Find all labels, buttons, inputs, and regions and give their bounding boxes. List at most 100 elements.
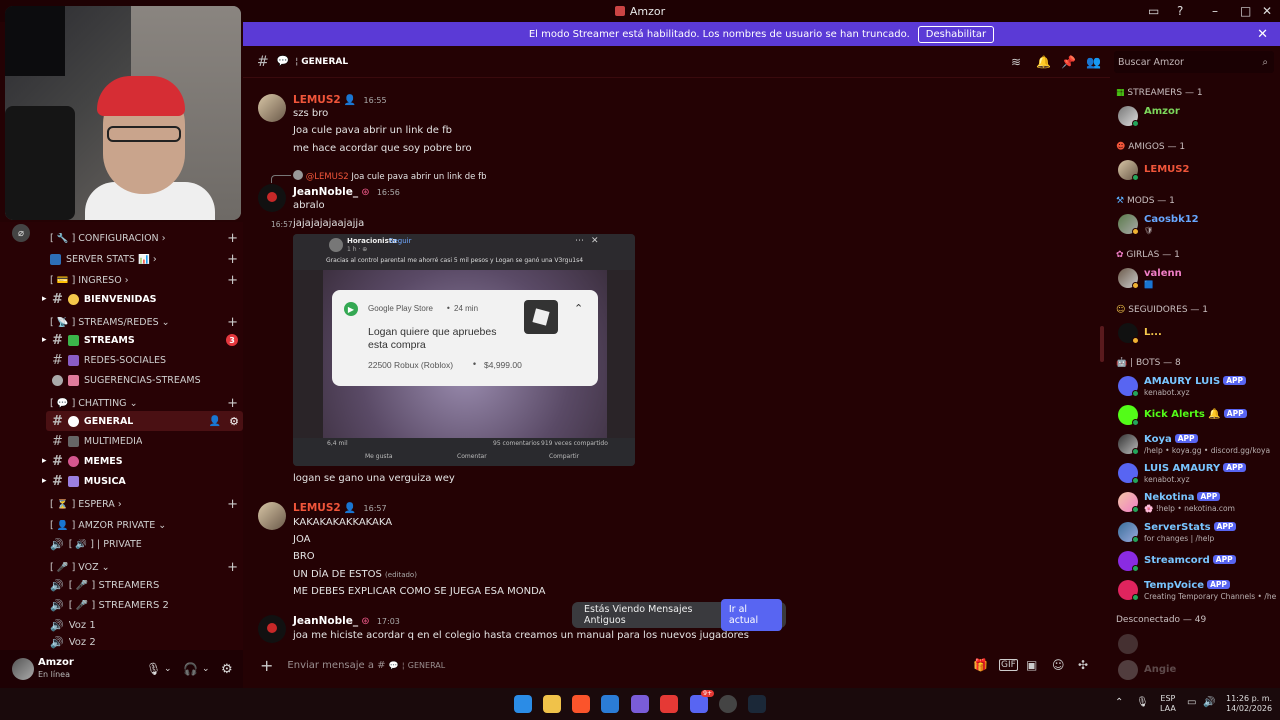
category-espera[interactable]: [ ⏳ ] ESPERA › +: [0, 494, 243, 514]
brave-browser-icon[interactable]: [572, 695, 590, 713]
emoji-icon[interactable]: ☺: [1052, 658, 1065, 672]
avatar[interactable]: [12, 658, 34, 680]
volume-icon[interactable]: 🔊: [1203, 697, 1215, 708]
language-indicator[interactable]: ESP LAA: [1160, 694, 1176, 714]
help-icon[interactable]: ?: [1177, 0, 1183, 22]
add-channel-icon[interactable]: +: [227, 396, 238, 411]
jump-to-present-button[interactable]: Ir al actual: [720, 599, 782, 631]
member-list-icon[interactable]: 👥: [1086, 55, 1101, 69]
voice-channel-voz-2[interactable]: 🔊 Voz 2: [0, 635, 243, 650]
gamepad-icon[interactable]: [631, 695, 649, 713]
search-icon[interactable]: ⌕: [1262, 57, 1268, 68]
channel-streams[interactable]: ▸ # STREAMS 3: [0, 330, 243, 350]
chevron-down-icon[interactable]: ⌄: [164, 664, 172, 674]
channel-sugerencias-streams[interactable]: SUGERENCIAS-STREAMS: [0, 370, 243, 390]
reply-preview[interactable]: @LEMUS2 Joa cule pava abrir un link de f…: [293, 170, 486, 182]
gear-icon[interactable]: ⚙: [229, 415, 239, 428]
gift-icon[interactable]: 🎁: [973, 658, 988, 672]
channel-bienvenidas[interactable]: ▸ # BIENVENIDAS: [0, 289, 243, 309]
category-chatting[interactable]: [ 💬 ] CHATTING ⌄ +: [0, 393, 243, 413]
windows-start-icon[interactable]: [514, 695, 532, 713]
avatar[interactable]: [258, 94, 286, 122]
channel-redes-sociales[interactable]: # REDES-SOCIALES: [0, 350, 243, 370]
member-item[interactable]: Kick Alerts 🔔 APP: [1118, 403, 1276, 427]
add-channel-icon[interactable]: +: [227, 231, 238, 246]
file-explorer-icon[interactable]: [543, 695, 561, 713]
message-input[interactable]: Enviar mensaje a # 💬 ¦ GENERAL: [287, 660, 445, 671]
close-banner-icon[interactable]: ✕: [1257, 27, 1268, 42]
category-amzor-private[interactable]: [ 👤 ] AMZOR PRIVATE ⌄: [0, 515, 243, 535]
netflix-icon[interactable]: [660, 695, 678, 713]
member-item[interactable]: ServerStats APP for changes | /help: [1118, 520, 1276, 544]
add-channel-icon[interactable]: +: [227, 252, 238, 267]
clock[interactable]: 11:26 p. m. 14/02/2026: [1226, 694, 1272, 714]
steam-icon[interactable]: [748, 695, 766, 713]
member-item[interactable]: Koya APP /help • koya.gg • discord.gg/koy…: [1118, 432, 1276, 456]
avatar[interactable]: [258, 184, 286, 212]
message-author[interactable]: JeanNoble_: [293, 615, 358, 627]
member-item[interactable]: Caosbk12 🛡: [1118, 212, 1276, 236]
discord-icon[interactable]: 9+: [690, 690, 714, 713]
voice-channel-streamers[interactable]: 🔊 [ 🎤 ] STREAMERS: [0, 575, 243, 595]
bell-icon[interactable]: 🔔: [1036, 55, 1051, 69]
sticker-icon[interactable]: ▣: [1026, 658, 1037, 672]
scrollbar-thumb[interactable]: [1100, 326, 1104, 362]
category-voz[interactable]: [ 🎤 ] VOZ ⌄ +: [0, 557, 243, 577]
store-icon[interactable]: [601, 695, 619, 713]
message-author[interactable]: JeanNoble_: [293, 186, 358, 198]
message-text: JOA: [293, 534, 311, 545]
chevron-up-icon[interactable]: ⌃: [1115, 697, 1123, 708]
voice-channel-private[interactable]: 🔊 [ 🔊 ] | PRIVATE: [0, 534, 243, 554]
maximize-button[interactable]: □: [1240, 0, 1251, 22]
inbox-icon[interactable]: ▭: [1148, 0, 1159, 22]
plus-icon[interactable]: +: [260, 656, 273, 675]
add-channel-icon[interactable]: +: [227, 497, 238, 512]
gif-icon[interactable]: GIF: [999, 659, 1018, 671]
add-channel-icon[interactable]: +: [227, 315, 238, 330]
member-item[interactable]: Nekotina APP 🌸 !help • nekotina.com: [1118, 490, 1276, 514]
avatar[interactable]: [258, 502, 286, 530]
reply-mention[interactable]: @LEMUS2: [306, 172, 349, 182]
add-channel-icon[interactable]: +: [227, 560, 238, 575]
headphones-icon[interactable]: 🎧: [183, 662, 198, 676]
minimize-button[interactable]: –: [1212, 0, 1218, 22]
close-window-button[interactable]: ✕: [1262, 0, 1272, 22]
member-item[interactable]: LUIS AMAURY APP kenabot.xyz: [1118, 461, 1276, 485]
microphone-icon[interactable]: 🎙: [146, 662, 161, 676]
member-item[interactable]: Angie: [1118, 658, 1276, 682]
category-streams-redes[interactable]: [ 📡 ] STREAMS/REDES ⌄ +: [0, 312, 243, 332]
message-author[interactable]: LEMUS2: [293, 502, 341, 514]
channel-multimedia[interactable]: # MULTIMEDIA: [0, 431, 243, 451]
invite-icon[interactable]: 👤: [209, 416, 221, 427]
search-input[interactable]: Buscar Amzor ⌕: [1114, 51, 1274, 73]
category-configuracion[interactable]: [ 🔧 ] CONFIGURACION › +: [0, 228, 243, 248]
member-item[interactable]: Amzor: [1118, 104, 1276, 128]
image-attachment[interactable]: Horacionista Seguir 1 h · ⊕ ⋯ ✕ Gracias …: [293, 234, 635, 466]
member-item[interactable]: valenn 🟦: [1118, 266, 1276, 290]
member-item[interactable]: L...: [1118, 321, 1276, 345]
voice-channel-voz-1[interactable]: 🔊 Voz 1: [0, 615, 243, 635]
microphone-icon[interactable]: 🎙: [1136, 697, 1149, 708]
add-channel-icon[interactable]: +: [227, 273, 238, 288]
chevron-down-icon[interactable]: ⌄: [202, 664, 210, 674]
channel-memes[interactable]: ▸ # MEMES: [0, 451, 243, 471]
message-author[interactable]: LEMUS2: [293, 94, 341, 106]
channel-musica[interactable]: ▸ # MUSICA: [0, 471, 243, 491]
member-item[interactable]: AMAURY LUIS APP kenabot.xyz: [1118, 374, 1276, 398]
steelseries-icon[interactable]: [719, 695, 737, 713]
category-server-stats[interactable]: SERVER STATS 📊 › +: [0, 249, 243, 269]
gear-icon[interactable]: ⚙: [221, 662, 233, 677]
category-ingreso[interactable]: [ 💳 ] INGRESO › +: [0, 270, 243, 290]
member-item[interactable]: Streamcord APP: [1118, 549, 1276, 573]
apps-icon[interactable]: ✣: [1078, 658, 1088, 672]
channel-general[interactable]: # GENERAL 👤 ⚙: [46, 411, 243, 431]
disable-streamer-mode-button[interactable]: Deshabilitar: [917, 25, 995, 43]
voice-channel-streamers-2[interactable]: 🔊 [ 🎤 ] STREAMERS 2: [0, 595, 243, 615]
network-icon[interactable]: ▭: [1187, 697, 1196, 708]
avatar[interactable]: [258, 615, 286, 643]
threads-icon[interactable]: ≋: [1011, 55, 1021, 69]
member-item[interactable]: TempVoice APP Creating Temporary Channels…: [1118, 578, 1276, 602]
member-item[interactable]: [1118, 632, 1276, 656]
member-item[interactable]: LEMUS2: [1118, 158, 1276, 182]
pin-icon[interactable]: 📌: [1061, 55, 1076, 69]
